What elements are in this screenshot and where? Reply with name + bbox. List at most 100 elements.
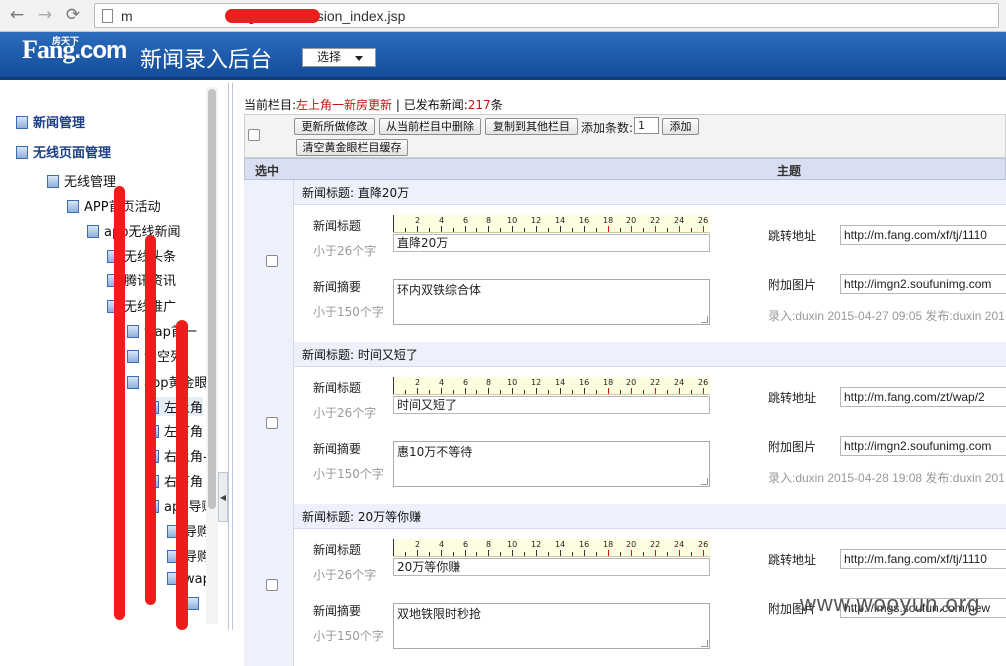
add-count-input[interactable]: 1 [634, 117, 659, 134]
ruler-tick [524, 552, 525, 556]
news-title-input[interactable]: 直降20万 [393, 234, 710, 252]
record-header-title: 新闻标题: 20万等你赚 [302, 510, 422, 524]
record-checkbox[interactable] [266, 255, 278, 267]
ruler-tick [453, 228, 454, 232]
ruler-number: 22 [650, 378, 661, 387]
ruler-tick [512, 550, 513, 556]
tree-item-app-news[interactable]: app无线新闻 [87, 221, 180, 240]
select-dropdown[interactable]: 选择 [302, 48, 376, 67]
news-summary-textarea[interactable]: 双地铁限时秒抢 [393, 603, 710, 649]
resize-grip-icon[interactable] [701, 478, 708, 485]
add-button[interactable]: 添加 [662, 118, 699, 135]
ruler-tick [679, 388, 680, 394]
dropdown-arrow-icon [355, 56, 363, 61]
tree-item-guide-1[interactable]: 导购 [167, 521, 210, 540]
news-summary-label: 新闻摘要 [313, 280, 362, 294]
folder-icon [16, 146, 28, 159]
clear-cache-button[interactable]: 清空黄金眼栏目缓存 [296, 139, 408, 156]
ruler-tick [524, 228, 525, 232]
tree-item-news-manage[interactable]: 新闻管理 [16, 112, 85, 131]
resize-grip-icon[interactable] [701, 316, 708, 323]
ruler-tick [560, 388, 561, 394]
tree-item-guide-2[interactable]: 导购 [167, 546, 210, 565]
tree-item-wireless-page[interactable]: 无线页面管理 [16, 142, 111, 161]
record-body: 新闻标题 小于26个字 2 4 6 8 10 12 14 16 18 20 22 24 26 时间又短了 新闻摘… [294, 367, 1006, 504]
ruler-number: 24 [674, 540, 685, 549]
folder-icon [87, 225, 99, 238]
ruler-tick [548, 552, 549, 556]
char-count-ruler: 2 4 6 8 10 12 14 16 18 20 22 24 26 [393, 539, 710, 557]
ruler-tick [405, 552, 406, 556]
forward-arrow-icon[interactable]: → [34, 5, 56, 25]
ruler-tick [572, 552, 573, 556]
news-title-input[interactable]: 时间又短了 [393, 396, 710, 414]
ruler-tick [691, 552, 692, 556]
ruler-start-tick [393, 215, 394, 232]
attach-image-input[interactable]: http://imgn2.soufunimg.com [840, 436, 1006, 456]
select-all-checkbox[interactable] [248, 129, 260, 141]
news-summary-textarea[interactable]: 环内双铁综合体 [393, 279, 710, 325]
page-icon [187, 597, 199, 610]
update-all-button[interactable]: 更新所做修改 [294, 118, 375, 135]
ruler-tick [429, 228, 430, 232]
ruler-tick [453, 390, 454, 394]
resize-grip-icon[interactable] [701, 640, 708, 647]
record-checkbox[interactable] [266, 579, 278, 591]
ruler-tick [703, 388, 704, 394]
jump-url-input[interactable]: http://m.fang.com/zt/wap/2 [840, 387, 1006, 407]
ruler-tick [536, 550, 537, 556]
ruler-tick [703, 226, 704, 232]
ruler-tick [667, 552, 668, 556]
reload-icon[interactable]: ⟳ [62, 5, 84, 25]
ruler-tick [476, 390, 477, 394]
news-title-input[interactable]: 20万等你赚 [393, 558, 710, 576]
jump-url-label: 跳转地址 [768, 391, 817, 405]
ruler-number: 20 [626, 216, 637, 225]
record-header: 新闻标题: 时间又短了 [294, 342, 1006, 367]
ruler-tick [643, 228, 644, 232]
news-title-label: 新闻标题 [313, 543, 362, 557]
collapse-sidebar-handle[interactable]: ◀ [218, 472, 228, 522]
record-meta: 录入:duxin 2015-04-27 09:05 发布:duxin 201 [768, 309, 1005, 323]
jump-url-input[interactable]: http://m.fang.com/xf/tj/1110 [840, 225, 1006, 245]
copy-to-other-button[interactable]: 复制到其他栏目 [485, 118, 578, 135]
ruler-number: 10 [507, 540, 518, 549]
ruler-tick [405, 390, 406, 394]
ruler-tick [691, 390, 692, 394]
news-summary-label: 新闻摘要 [313, 604, 362, 618]
ruler-number: 6 [463, 378, 469, 387]
folder-icon [16, 116, 28, 129]
ruler-number: 4 [439, 540, 445, 549]
ruler-tick [560, 550, 561, 556]
tree-item-wireless-manage[interactable]: 无线管理 [47, 171, 116, 190]
record-header: 新闻标题: 直降20万 [294, 180, 1006, 205]
ruler-number: 8 [486, 540, 492, 549]
redaction-stroke [176, 320, 188, 630]
ruler-tick [608, 388, 609, 394]
browser-toolbar: ← → ⟳ m ng.com/nversion_index.jsp [0, 0, 1006, 32]
ruler-number: 24 [674, 378, 685, 387]
ruler-tick [560, 226, 561, 232]
attach-image-input[interactable]: http://imgn2.soufunimg.com [840, 274, 1006, 294]
news-summary-textarea[interactable]: 惠10万不等待 [393, 441, 710, 487]
record-select-cell [244, 180, 294, 342]
ruler-tick [584, 550, 585, 556]
published-count: 217 [467, 98, 491, 112]
ruler-number: 16 [579, 540, 590, 549]
delete-from-column-button[interactable]: 从当前栏目中删除 [379, 118, 481, 135]
ruler-number: 18 [603, 216, 614, 225]
tree-item-golden-eye[interactable]: app黄金眼 [127, 372, 207, 391]
jump-url-input[interactable]: http://m.fang.com/xf/tj/1110 [840, 549, 1006, 569]
back-arrow-icon[interactable]: ← [6, 5, 28, 25]
ruler-tick [536, 388, 537, 394]
ruler-tick [703, 550, 704, 556]
ruler-number: 10 [507, 216, 518, 225]
table-header: 选中 主题 [244, 158, 1006, 180]
ruler-tick [488, 226, 489, 232]
tree-item-leaf[interactable] [187, 597, 204, 612]
record-checkbox[interactable] [266, 417, 278, 429]
tree-item-wap[interactable]: wap [167, 572, 211, 587]
ruler-tick [417, 226, 418, 232]
sidebar-scroll-thumb[interactable] [208, 89, 216, 509]
address-bar[interactable]: m ng.com/nversion_index.jsp [94, 3, 999, 28]
